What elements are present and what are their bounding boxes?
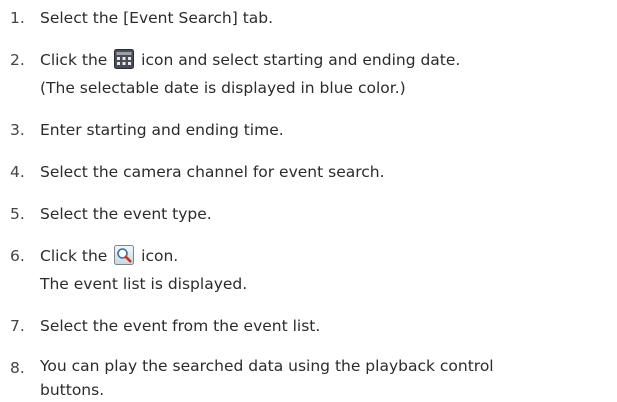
step-line: Click the icon and select starting and e… — [40, 46, 610, 74]
step-number: 8. — [10, 359, 25, 377]
step-line: Select the event type. — [40, 205, 212, 223]
step-line: You can play the searched data using the… — [40, 357, 494, 375]
step-number: 6. — [10, 247, 25, 265]
step-text-after-icon: icon and select starting and ending date… — [136, 51, 461, 69]
step-line-2: The event list is displayed. — [40, 275, 248, 293]
step-text-before-icon: Click the — [40, 247, 113, 265]
step-text-before-icon: Click the — [40, 51, 113, 69]
calendar-icon — [114, 49, 135, 69]
step-text: Click the icon and select starting and e… — [40, 46, 610, 102]
step-number: 4. — [10, 163, 25, 181]
step-line: Enter starting and ending time. — [40, 121, 284, 139]
step-number: 2. — [10, 51, 25, 69]
step-text-after-icon: icon. — [136, 247, 179, 265]
step-text: You can play the searched data using the… — [40, 354, 610, 402]
step-text: Select the [Event Search] tab. — [40, 4, 610, 32]
step-line-2: buttons. — [40, 381, 105, 399]
step-number: 1. — [10, 9, 25, 27]
step-number: 7. — [10, 317, 25, 335]
step-line-2: (The selectable date is displayed in blu… — [40, 79, 406, 97]
step-text: Enter starting and ending time. — [40, 116, 610, 144]
step-text: Select the camera channel for event sear… — [40, 158, 610, 186]
step-text: Select the event from the event list. — [40, 312, 610, 340]
step-line: Click the icon. — [40, 242, 610, 270]
step-line: Select the camera channel for event sear… — [40, 163, 385, 181]
step-number: 5. — [10, 205, 25, 223]
step-text: Click the icon. The event list is displa… — [40, 242, 610, 298]
step-line: Select the event from the event list. — [40, 317, 321, 335]
step-text: Select the event type. — [40, 200, 610, 228]
search-magnifier-icon — [114, 245, 135, 265]
step-number: 3. — [10, 121, 25, 139]
step-line: Select the [Event Search] tab. — [40, 9, 274, 27]
